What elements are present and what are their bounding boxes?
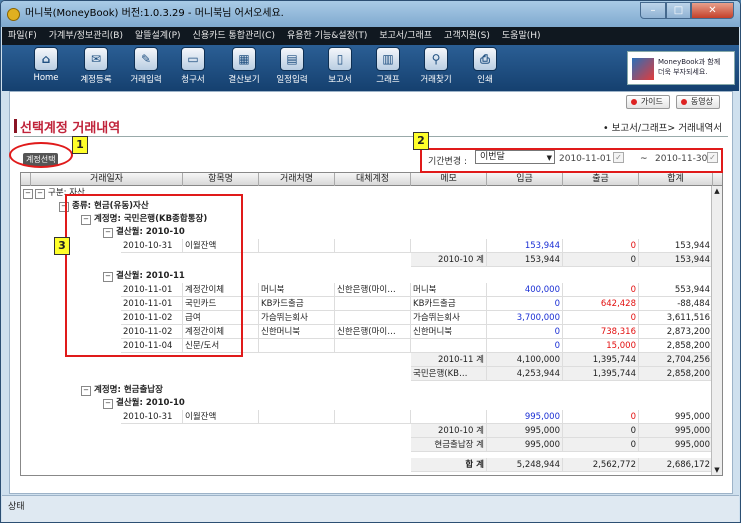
- title-divider: [14, 136, 728, 137]
- toolbar-home-button[interactable]: ⌂ Home: [24, 47, 68, 83]
- col-memo[interactable]: 메모: [411, 173, 487, 186]
- home-icon: ⌂: [34, 47, 58, 71]
- moneybook-logo-icon: [632, 58, 654, 80]
- account-total-row: 국민은행(KB… 4,253,944 1,395,744 2,858,200: [21, 367, 713, 381]
- toolbar-transaction-entry-button[interactable]: ✎ 거래입력: [124, 47, 168, 85]
- annotation-box-2: [420, 148, 723, 173]
- toolbar-bill-button[interactable]: ▭ 청구서: [171, 47, 215, 85]
- graph-icon: ▥: [376, 47, 400, 71]
- report-icon: ▯: [328, 47, 352, 71]
- guide-button[interactable]: 가이드: [625, 95, 670, 109]
- annotation-badge-2: 2: [413, 132, 429, 150]
- bill-icon: ▭: [181, 47, 205, 71]
- menu-plan[interactable]: 알뜰설계(P): [135, 27, 181, 45]
- scroll-down-icon[interactable]: ▼: [712, 465, 722, 475]
- toolbar-graph-button[interactable]: ▥ 그래프: [366, 47, 410, 85]
- toolbar-calendar-button[interactable]: ▤ 일정입력: [270, 47, 314, 85]
- col-deposit[interactable]: 입금: [487, 173, 563, 186]
- col-item[interactable]: 항목명: [183, 173, 259, 186]
- account-register-icon: ✉: [84, 47, 108, 71]
- menu-file[interactable]: 파일(F): [8, 27, 37, 45]
- app-window: 머니북(MoneyBook) 버전:1.0.3.29 - 머니북님 어서오세요.…: [0, 0, 741, 523]
- col-total[interactable]: 합계: [639, 173, 713, 186]
- transaction-entry-icon: ✎: [134, 47, 158, 71]
- status-bar: 상태: [2, 495, 739, 522]
- subtotal-row: 2010-10 계 995,000 0 995,000: [21, 424, 713, 438]
- menu-ledger[interactable]: 가계부/정보관리(B): [49, 27, 123, 45]
- table-row[interactable]: 2010-10-31 이월잔액 995,000 0 995,000: [21, 410, 713, 424]
- group-month-oct-cash[interactable]: 결산월: 2010-10: [103, 397, 185, 410]
- scroll-up-icon[interactable]: ▲: [712, 186, 722, 197]
- menu-tools[interactable]: 유용한 기능&설정(T): [287, 27, 367, 45]
- col-vendor[interactable]: 거래처명: [259, 173, 335, 186]
- menu-help[interactable]: 도움말(H): [502, 27, 541, 45]
- close-button[interactable]: ✕: [691, 2, 734, 19]
- annotation-ellipse-1: [9, 142, 73, 168]
- menu-support[interactable]: 고객지원(S): [444, 27, 490, 45]
- account-total-row: 현금출납장 계 995,000 0 995,000: [21, 438, 713, 452]
- title-bar: 머니북(MoneyBook) 버전:1.0.3.29 - 머니북님 어서오세요.…: [1, 1, 740, 27]
- menu-creditcard[interactable]: 신용카드 통합관리(C): [193, 27, 275, 45]
- menu-bar: 파일(F) 가계부/정보관리(B) 알뜰설계(P) 신용카드 통합관리(C) 유…: [2, 27, 739, 45]
- ad-banner[interactable]: MoneyBook과 함께 더욱 부자되세요.: [627, 51, 735, 85]
- toolbar-account-register-button[interactable]: ✉ 계정등록: [74, 47, 118, 85]
- grand-total-row: 합 계 5,248,944 2,562,772 2,686,172: [21, 458, 713, 472]
- vertical-scrollbar[interactable]: ▲ ▼: [711, 186, 722, 475]
- grid-header: 거래일자 항목명 거래처명 대체계정 메모 입금 출금 합계: [21, 173, 722, 186]
- annotation-box-3: [65, 194, 243, 357]
- settlement-icon: ▦: [232, 47, 256, 71]
- col-date[interactable]: 거래일자: [31, 173, 183, 186]
- window-title: 머니북(MoneyBook) 버전:1.0.3.29 - 머니북님 어서오세요.: [25, 8, 284, 19]
- annotation-badge-1: 1: [72, 136, 88, 154]
- print-icon: ⎙: [473, 47, 497, 71]
- group-account-cash[interactable]: 계정명: 현금출납장: [81, 384, 163, 397]
- toolbar-report-button[interactable]: ▯ 보고서: [318, 47, 362, 85]
- col-withdrawal[interactable]: 출금: [563, 173, 639, 186]
- toolbar-print-button[interactable]: ⎙ 인쇄: [463, 47, 507, 85]
- maximize-button[interactable]: □: [666, 2, 691, 19]
- calendar-icon: ▤: [280, 47, 304, 71]
- app-icon: [7, 8, 20, 21]
- video-button[interactable]: 동영상: [675, 95, 720, 109]
- toolbar-settlement-button[interactable]: ▦ 결산보기: [222, 47, 266, 85]
- minimize-button[interactable]: –: [640, 2, 666, 19]
- annotation-badge-3: 3: [54, 237, 70, 255]
- menu-report[interactable]: 보고서/그래프: [379, 27, 432, 45]
- col-alt-account[interactable]: 대체계정: [335, 173, 411, 186]
- search-icon: ⚲: [424, 47, 448, 71]
- breadcrumb: • 보고서/그래프> 거래내역서: [603, 123, 722, 134]
- page-title: 선택계정 거래내역: [13, 117, 120, 136]
- toolbar-search-button[interactable]: ⚲ 거래찾기: [414, 47, 458, 85]
